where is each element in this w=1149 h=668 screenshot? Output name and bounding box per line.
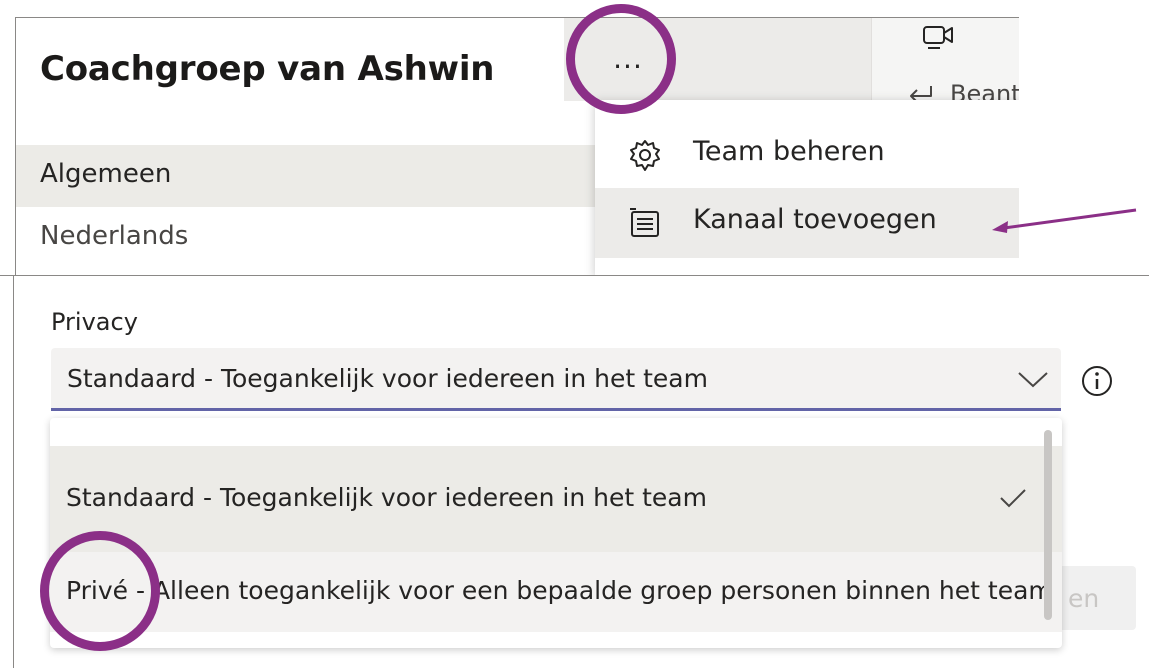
privacy-dropdown-list: Standaard - Toegankelijk voor iedereen i… [50,418,1062,648]
divider [0,275,1149,276]
confirm-button[interactable]: en [1050,566,1136,630]
chevron-down-icon [1016,368,1050,394]
channel-add-icon [627,206,663,246]
team-title: Coachgroep van Ashwin [40,49,495,89]
channel-item-algemeen[interactable]: Algemeen [16,145,616,207]
gear-icon [627,138,663,178]
team-panel: Coachgroep van Ashwin Algemeen Nederland… [15,17,1019,276]
menu-item-kanaal-toevoegen[interactable]: Kanaal toevoegen [595,188,1019,258]
privacy-select-value: Standaard - Toegankelijk voor iedereen i… [67,364,708,393]
confirm-button-label: en [1068,584,1100,613]
annotation-circle [40,531,160,651]
team-options-menu: Team beheren Kanaal toevoegen [595,100,1019,276]
privacy-select[interactable]: Standaard - Toegankelijk voor iedereen i… [51,348,1061,411]
menu-item-team-beheren[interactable]: Team beheren [595,120,1019,190]
annotation-arrow-icon [990,206,1140,240]
info-icon[interactable] [1080,364,1114,402]
channel-label: Algemeen [40,159,172,189]
checkmark-icon [998,486,1028,514]
scrollbar[interactable] [1044,430,1052,620]
privacy-label: Privacy [51,308,138,336]
menu-item-label: Team beheren [693,136,885,167]
option-label: Privé - Alleen toegankelijk voor een bep… [66,576,1053,605]
divider [13,275,14,668]
privacy-option-standaard[interactable]: Standaard - Toegankelijk voor iedereen i… [50,446,1062,552]
channel-label: Nederlands [40,221,189,251]
channel-item-nederlands[interactable]: Nederlands [16,207,616,269]
option-label: Standaard - Toegankelijk voor iedereen i… [66,483,707,512]
privacy-option-prive[interactable]: Privé - Alleen toegankelijk voor een bep… [50,552,1062,632]
annotation-circle [566,4,676,114]
video-camera-icon[interactable] [922,22,956,54]
menu-item-label: Kanaal toevoegen [693,204,937,235]
